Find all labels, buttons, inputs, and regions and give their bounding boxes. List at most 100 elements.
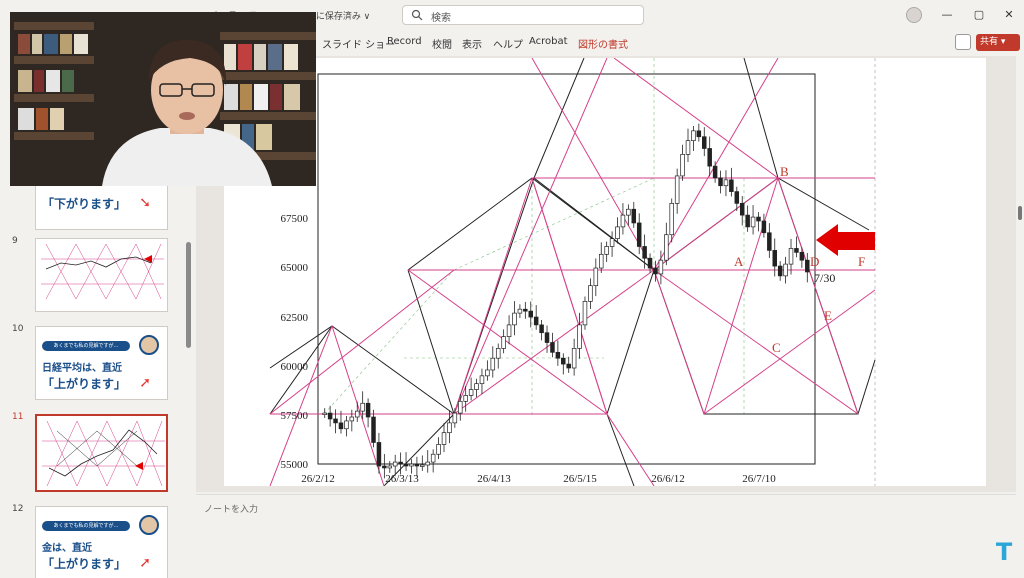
candle-body [761,220,767,234]
tab-review[interactable]: 校閲 [432,36,452,51]
candle-body [441,432,447,445]
candle-body [447,422,452,434]
slide-number: 9 [12,236,18,246]
candle-body [788,248,794,265]
point-label-c: C [772,340,781,355]
minimize-button[interactable]: — [938,6,956,24]
candle-body [739,203,745,216]
candle-body [479,375,485,385]
candle-body [365,402,371,418]
candle-body [604,246,609,255]
candle-body [626,208,631,216]
slide-number: 10 [12,324,24,334]
notes-pane[interactable]: ノートを入力 [196,494,1016,578]
candle-body [506,324,512,337]
candle-body [745,214,750,228]
candle-body [458,400,463,414]
share-button[interactable]: 共有 ▾ [976,34,1020,51]
candle-body [436,444,441,455]
scrollbar-thumb[interactable] [1018,206,1022,220]
candle-body [354,410,360,418]
candle-body [691,130,696,141]
panel-scrollbar[interactable] [186,242,191,348]
candle-body [658,259,664,275]
user-avatar-icon[interactable] [906,7,922,23]
candle-body [392,461,398,467]
x-tick-label: 26/4/13 [477,473,511,485]
candle-body [338,422,344,430]
candle-body [642,246,647,259]
tab-acrobat[interactable]: Acrobat [529,36,568,47]
candle-body [344,420,349,430]
candle-body [414,463,420,467]
point-labels: A B C D E F [734,164,865,355]
candle-body [420,464,425,467]
candle-body [777,265,783,277]
candle-body [636,222,642,247]
arrow-down-icon: ➘ [139,195,151,211]
slide-thumbnail[interactable]: あくまでも私の見解ですが… 金は、直近 「上がります」 ➚ [35,506,168,578]
candle-body [750,216,756,228]
candle-body [723,179,729,187]
candle-body [322,412,327,415]
y-axis: 67500 65000 62500 60000 57500 55000 [281,213,309,471]
thumb-bubble: あくまでも私の見解ですが… [42,341,130,351]
date-annotation: 7/30 [814,271,835,285]
candle-body [685,140,691,155]
search-box[interactable]: 検索 [402,5,644,25]
tab-slideshow[interactable]: スライド ショー [322,36,395,51]
close-button[interactable]: ✕ [1000,6,1018,24]
candle-body [718,177,723,187]
candle-body [403,463,409,467]
x-tick-label: 26/7/10 [742,473,776,485]
avatar [139,515,159,535]
candle-body [387,465,393,469]
webcam-video [10,12,316,186]
candle-body [561,357,566,365]
candle-body [794,248,799,253]
point-label-e: E [824,308,832,323]
slide-thumbnail[interactable] [35,238,168,312]
y-tick-label: 60000 [281,361,309,373]
candle-body [707,148,712,167]
candlesticks [322,123,810,479]
thumb-bubble: あくまでも私の見解ですが… [42,521,130,531]
vertical-scrollbar[interactable] [1016,56,1024,494]
chart-thumb-graphic [41,243,164,300]
candle-body [333,418,338,424]
candle-body [398,461,403,465]
current-slide[interactable]: 67500 65000 62500 60000 57500 55000 26/2… [224,58,986,486]
tab-shape-format[interactable]: 図形の書式 [578,36,628,51]
candle-body [371,416,376,443]
candle-body [674,175,680,204]
tab-record[interactable]: Record [387,36,422,47]
arrow-up-icon: ➚ [139,555,151,571]
candle-body [734,191,740,204]
candle-body [805,259,810,273]
candle-body [485,369,490,377]
candle-body [523,308,528,312]
slide-thumbnail[interactable]: あくまでも私の見解ですが… 日経平均は、直近 「上がります」 ➚ [35,326,168,400]
candle-body [772,250,778,267]
candle-body [533,316,539,326]
candle-body [474,383,479,390]
candle-body [555,351,561,359]
candle-body [588,285,593,302]
candle-body [653,267,658,275]
x-axis: 26/2/12 26/3/13 26/4/13 26/5/15 26/6/12 … [301,473,776,485]
candle-body [696,130,702,138]
slide-thumbnail-selected[interactable] [35,414,168,492]
candle-body [729,179,734,192]
search-icon [411,9,423,21]
comment-icon[interactable] [955,34,971,50]
thumb-line2: 「上がります」 [42,557,127,571]
candle-body [409,463,414,467]
candle-body [550,342,555,353]
tab-help[interactable]: ヘルプ [493,36,523,51]
chart-thumb-graphic [42,420,165,487]
candle-body [425,461,430,466]
candle-body [577,324,582,349]
candle-body [539,324,544,334]
maximize-button[interactable]: ▢ [970,6,988,24]
tab-view[interactable]: 表示 [462,36,482,51]
